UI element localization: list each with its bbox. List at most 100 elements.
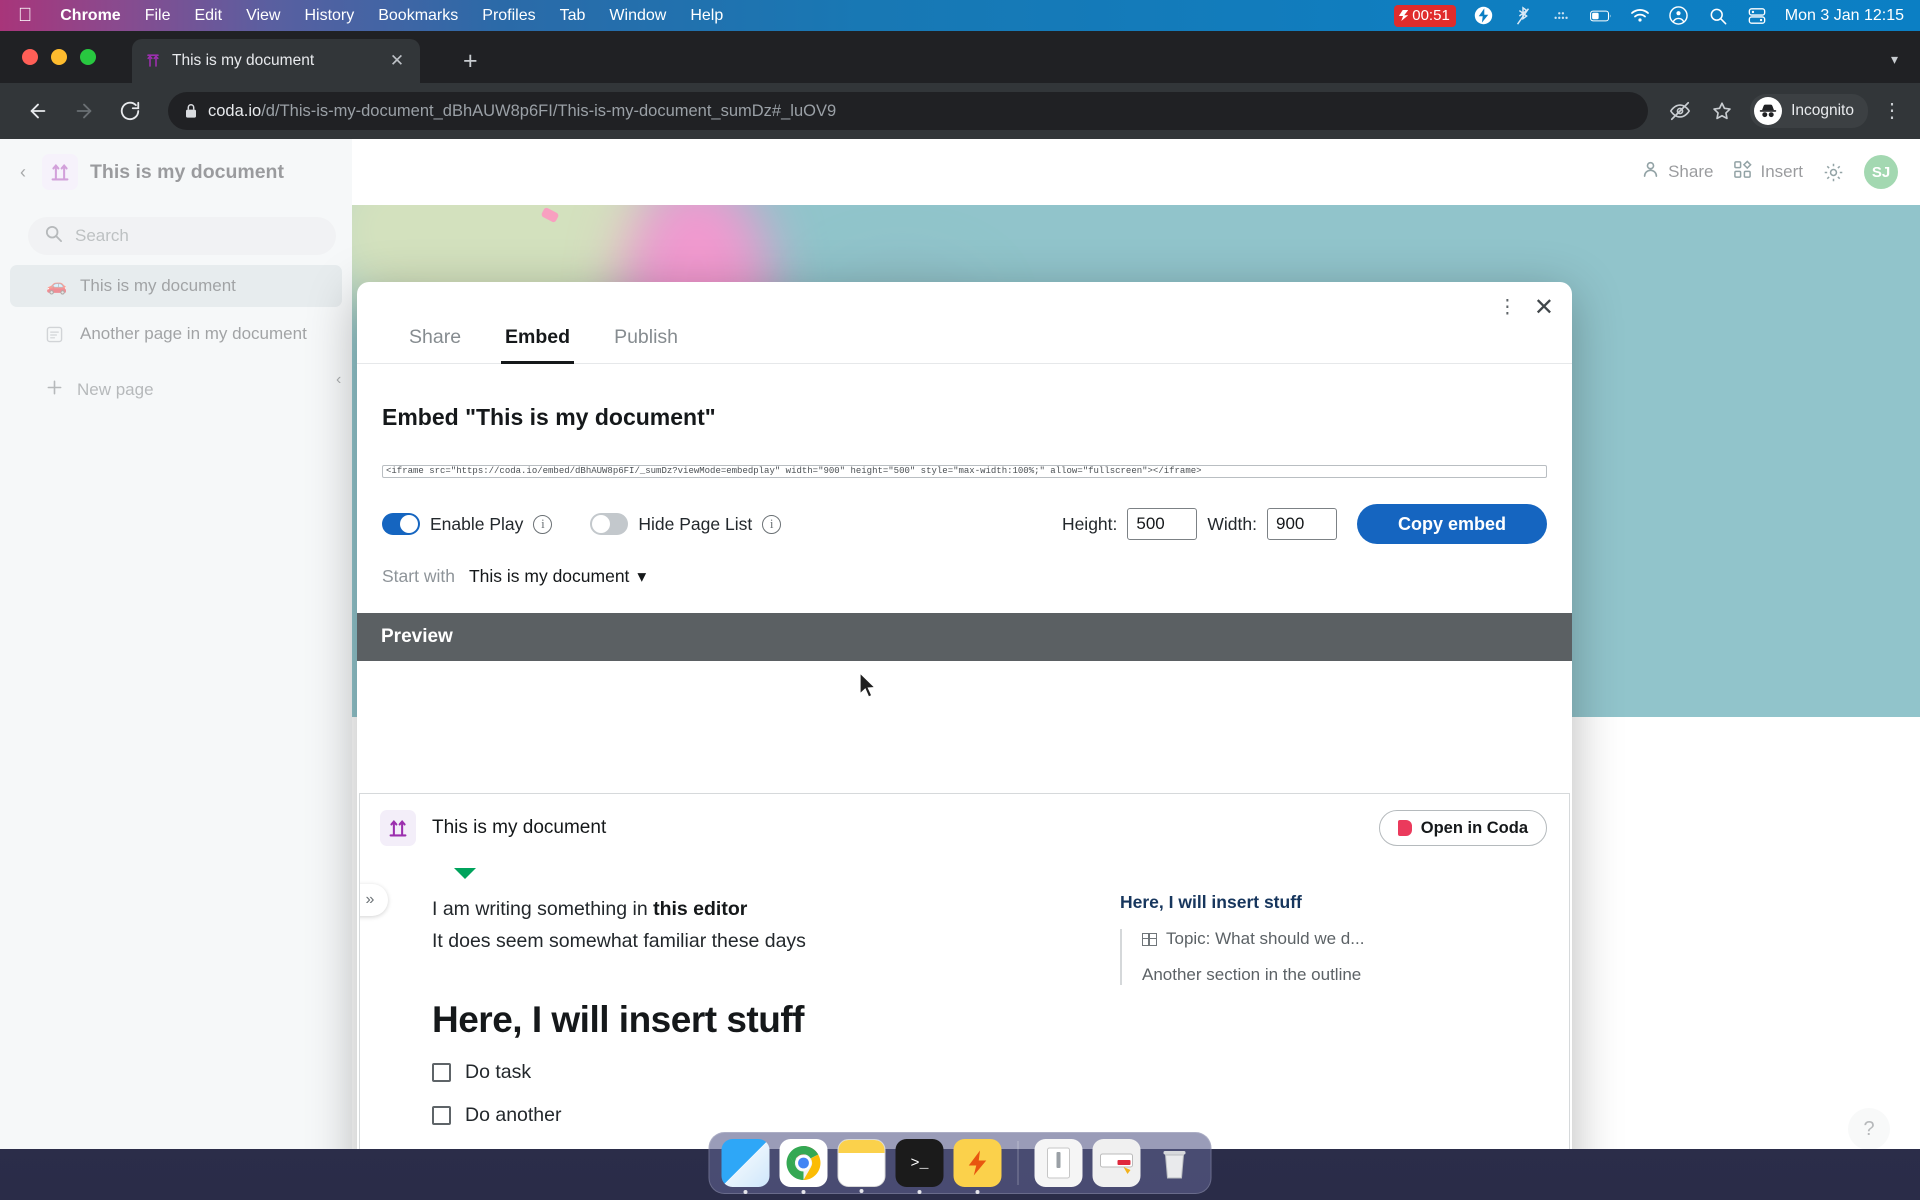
coda-doc-icon (380, 810, 416, 846)
green-triangle-marker (454, 868, 476, 879)
eye-slash-icon[interactable] (1666, 97, 1694, 125)
preview-outline-heading[interactable]: Here, I will insert stuff (1120, 892, 1450, 913)
coda-doc-icon (144, 52, 162, 70)
spotlight-search-icon[interactable] (1707, 6, 1729, 26)
info-icon[interactable]: i (762, 514, 782, 534)
trash-icon[interactable] (1151, 1139, 1199, 1187)
modal-heading: Embed "This is my document" (382, 404, 716, 430)
menu-item-help[interactable]: Help (678, 7, 735, 25)
checklist-label: Do task (465, 1061, 532, 1083)
menu-item-edit[interactable]: Edit (182, 7, 234, 25)
screen-recording-indicator[interactable]: 00:51 (1394, 4, 1456, 27)
enable-play-toggle[interactable] (382, 513, 420, 535)
address-bar-url: coda.io/d/This-is-my-document_dBhAUW8p6F… (208, 102, 836, 121)
checkbox-icon[interactable] (432, 1106, 451, 1125)
table-icon (1142, 932, 1157, 946)
preview-outline-row[interactable]: Topic: What should we d... (1142, 929, 1450, 949)
preview-label: Preview (381, 626, 453, 647)
width-label: Width: (1207, 513, 1257, 534)
embed-size-controls: Height: 500 Width: 900 Copy embed (1062, 504, 1547, 544)
checkbox-icon[interactable] (432, 1063, 451, 1082)
menu-item-view[interactable]: View (234, 7, 292, 25)
address-bar[interactable]: coda.io/d/This-is-my-document_dBhAUW8p6F… (168, 92, 1649, 130)
browser-tab-title: This is my document (172, 52, 315, 69)
chrome-icon[interactable] (779, 1139, 828, 1194)
mouse-cursor (859, 672, 877, 698)
height-input[interactable]: 500 (1127, 508, 1198, 540)
info-icon[interactable]: i (533, 514, 553, 534)
bolt-app-icon[interactable] (953, 1139, 1002, 1194)
tab-embed[interactable]: Embed (483, 326, 592, 364)
modal-tabs: Share Embed Publish (357, 282, 1572, 364)
start-with-label: Start with (382, 566, 455, 586)
menubar-clock[interactable]: Mon 3 Jan 12:15 (1785, 7, 1904, 25)
arrow-left-icon[interactable] (18, 91, 58, 131)
arrow-right-icon[interactable] (64, 91, 104, 131)
screenshot-icon[interactable] (1092, 1139, 1141, 1187)
display-settings-icon[interactable] (1746, 6, 1768, 26)
maximize-window-button[interactable] (80, 49, 96, 65)
preview-outline-row[interactable]: Another section in the outline (1142, 965, 1450, 985)
menu-item-profiles[interactable]: Profiles (470, 7, 547, 25)
preview-paragraph: It does seem somewhat familiar these day… (432, 930, 806, 952)
tab-share[interactable]: Share (387, 326, 483, 363)
document-icon[interactable] (1034, 1139, 1083, 1187)
menu-item-chrome[interactable]: Chrome (48, 7, 132, 25)
bluetooth-off-icon[interactable] (1512, 5, 1534, 26)
keyboard-brightness-icon[interactable] (1551, 6, 1573, 26)
modal-top-icons: ⋮ ✕ (1498, 296, 1554, 320)
coda-app-page: ‹ This is my document Search ‹ 🚗 This is… (0, 139, 1920, 1149)
plus-icon[interactable]: + (463, 49, 478, 74)
preview-outline-row-label: Topic: What should we d... (1166, 929, 1365, 948)
embed-modal: ⋮ ✕ Share Embed Publish Embed "This is m… (357, 282, 1572, 1149)
preview-header: This is my document Open in Coda (360, 794, 1569, 862)
control-center-icon[interactable] (1668, 6, 1690, 26)
bolt-icon[interactable] (1473, 6, 1495, 26)
tab-publish[interactable]: Publish (592, 326, 700, 363)
wifi-icon[interactable] (1629, 6, 1651, 26)
menu-item-tab[interactable]: Tab (548, 7, 598, 25)
recording-time: 00:51 (1412, 7, 1450, 24)
star-icon[interactable] (1708, 97, 1736, 125)
open-in-coda-button[interactable]: Open in Coda (1378, 810, 1547, 846)
apple-logo-icon[interactable]:  (0, 6, 48, 25)
kebab-menu-icon[interactable]: ⋮ (1882, 101, 1902, 121)
menu-item-window[interactable]: Window (597, 7, 678, 25)
modal-controls-row: Enable Play i Hide Page List i Height: 5… (357, 478, 1572, 544)
preview-checklist-item[interactable]: Do another (432, 1104, 1100, 1127)
address-bar-domain: coda.io (208, 101, 262, 120)
menu-item-history[interactable]: History (292, 7, 366, 25)
reload-icon[interactable] (110, 91, 150, 131)
kebab-menu-icon[interactable]: ⋮ (1498, 298, 1517, 317)
terminal-icon[interactable]: >_ (895, 1139, 944, 1194)
close-window-button[interactable] (22, 49, 38, 65)
preview-checklist-item[interactable]: Do task (432, 1061, 1100, 1084)
browser-tab[interactable]: This is my document ✕ (132, 39, 420, 83)
embed-code-field[interactable]: <iframe src="https://coda.io/embed/dBhAU… (382, 465, 1547, 478)
finder-icon[interactable] (721, 1139, 770, 1194)
notes-icon[interactable] (837, 1139, 886, 1193)
profile-chip[interactable]: Incognito (1750, 94, 1868, 128)
window-traffic-lights[interactable] (22, 49, 96, 65)
preview-paragraph-bold: this editor (653, 898, 748, 920)
toolbar-right-cluster: Incognito ⋮ (1666, 94, 1902, 128)
preview-doc-title: This is my document (432, 817, 607, 838)
menu-item-bookmarks[interactable]: Bookmarks (366, 7, 470, 25)
menu-item-file[interactable]: File (133, 7, 183, 25)
battery-icon[interactable] (1589, 6, 1612, 26)
minimize-window-button[interactable] (51, 49, 67, 65)
lock-icon (184, 103, 198, 119)
preview-heading: Here, I will insert stuff (432, 999, 804, 1040)
hide-page-list-toggle[interactable] (590, 513, 629, 535)
copy-embed-button[interactable]: Copy embed (1357, 504, 1547, 544)
height-label: Height: (1061, 513, 1118, 534)
close-icon[interactable]: ✕ (386, 51, 408, 71)
coda-mark-icon (1397, 820, 1412, 836)
preview-outline-sublist: Topic: What should we d... Another secti… (1120, 929, 1450, 985)
close-icon[interactable]: ✕ (1534, 296, 1554, 320)
checklist-label: Do another (465, 1104, 562, 1126)
preview-document-column: I am writing something in this editor It… (360, 862, 1100, 1149)
width-input[interactable]: 900 (1267, 508, 1337, 540)
chevron-down-icon[interactable]: ▾ (1891, 51, 1898, 68)
start-with-dropdown[interactable]: This is my document ▾ (469, 566, 646, 587)
